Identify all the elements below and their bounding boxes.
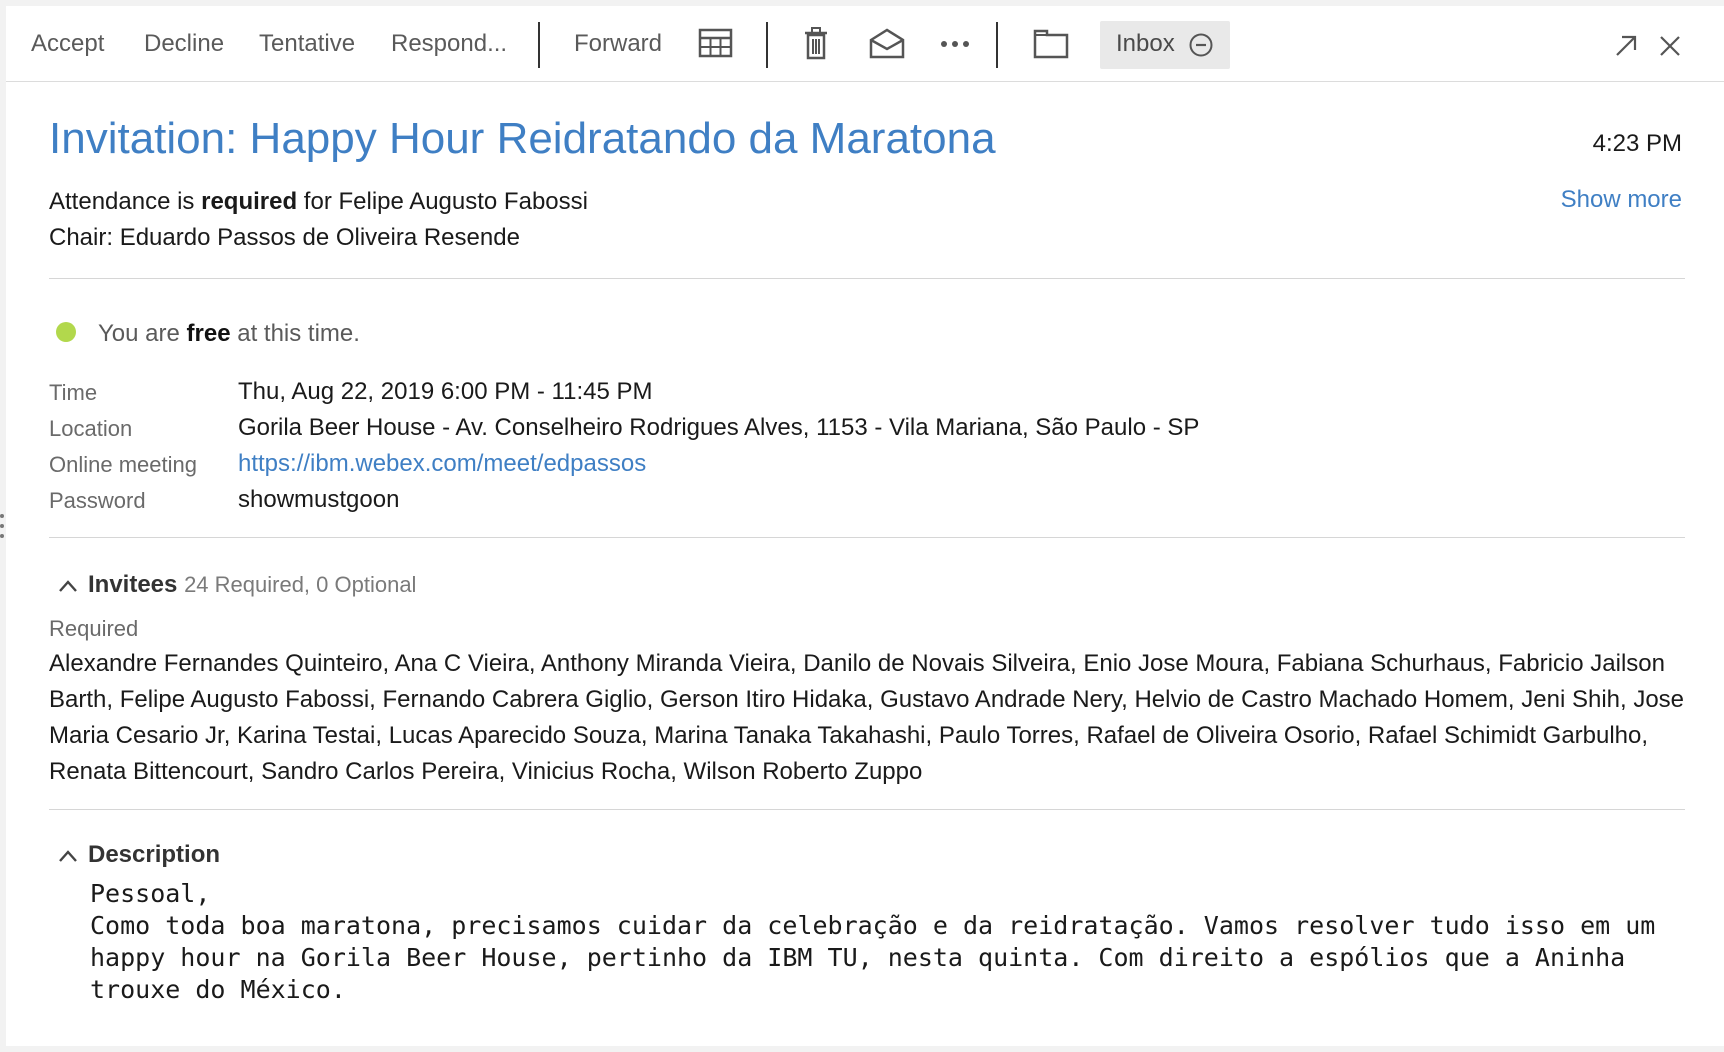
- time-label: Time: [49, 380, 98, 405]
- folder-icon[interactable]: [1032, 26, 1072, 62]
- invitees-toggle[interactable]: Invitees 24 Required, 0 Optional: [58, 571, 416, 600]
- inbox-label: Inbox: [1116, 30, 1175, 57]
- calendar-grid-icon[interactable]: [698, 26, 738, 62]
- availability-status: free: [186, 320, 231, 347]
- description-body: Pessoal, Como toda boa maratona, precisa…: [90, 879, 1656, 1004]
- invitees-summary: 24 Required, 0 Optional: [184, 572, 417, 597]
- toolbar-divider: [766, 22, 768, 68]
- attendance-line: Attendance is required for Felipe August…: [49, 188, 588, 216]
- description-toggle[interactable]: Description: [58, 841, 220, 870]
- show-more-link[interactable]: Show more: [1561, 186, 1682, 214]
- minus-circle-icon[interactable]: [1188, 32, 1214, 63]
- respond-button[interactable]: Respond...: [391, 28, 507, 60]
- forward-button[interactable]: Forward: [574, 28, 662, 60]
- open-envelope-icon[interactable]: [868, 26, 908, 62]
- accept-button[interactable]: Accept: [31, 28, 104, 60]
- divider: [49, 809, 1685, 810]
- attendance-required: required: [201, 188, 298, 215]
- pop-out-icon[interactable]: [1612, 32, 1640, 60]
- required-invitees-list: Alexandre Fernandes Quinteiro, Ana C Vie…: [49, 650, 1685, 785]
- trash-icon[interactable]: [801, 26, 841, 62]
- divider: [49, 537, 1685, 538]
- toolbar-divider: [996, 22, 998, 68]
- toolbar: Accept Decline Tentative Respond... Forw…: [6, 6, 1724, 82]
- description-heading: Description: [88, 841, 221, 868]
- required-label: Required: [49, 616, 139, 641]
- received-time: 4:23 PM: [1592, 130, 1682, 157]
- online-meeting-label: Online meeting: [49, 452, 197, 477]
- location-value: Gorila Beer House - Av. Conselheiro Rodr…: [238, 414, 1200, 441]
- more-icon[interactable]: [938, 26, 978, 62]
- resize-handle[interactable]: [0, 514, 4, 544]
- message-title: Invitation: Happy Hour Reidratando da Ma…: [49, 114, 996, 163]
- close-icon[interactable]: [1656, 32, 1684, 60]
- divider: [49, 278, 1685, 279]
- toolbar-divider: [538, 22, 540, 68]
- tentative-button[interactable]: Tentative: [259, 28, 355, 60]
- online-meeting-link[interactable]: https://ibm.webex.com/meet/edpassos: [238, 450, 646, 478]
- attendance-suffix: for Felipe Augusto Fabossi: [297, 188, 588, 215]
- availability-text: You are free at this time.: [98, 320, 360, 348]
- decline-button[interactable]: Decline: [144, 28, 224, 60]
- move-to-inbox-button[interactable]: Inbox: [1100, 21, 1230, 69]
- time-value: Thu, Aug 22, 2019 6:00 PM - 11:45 PM: [238, 378, 653, 405]
- chevron-up-icon: [58, 572, 78, 600]
- password-label: Password: [49, 488, 146, 513]
- location-label: Location: [49, 416, 133, 441]
- availability-prefix: You are: [98, 320, 187, 347]
- availability-suffix: at this time.: [230, 320, 360, 347]
- availability-status-dot: [56, 322, 76, 342]
- message-reading-pane: Accept Decline Tentative Respond... Forw…: [6, 6, 1724, 1046]
- chevron-up-icon: [58, 842, 78, 870]
- invitees-heading: Invitees: [88, 571, 178, 598]
- attendance-prefix: Attendance is: [49, 188, 202, 215]
- chair-line: Chair: Eduardo Passos de Oliveira Resend…: [49, 224, 520, 251]
- password-value: showmustgoon: [238, 486, 400, 513]
